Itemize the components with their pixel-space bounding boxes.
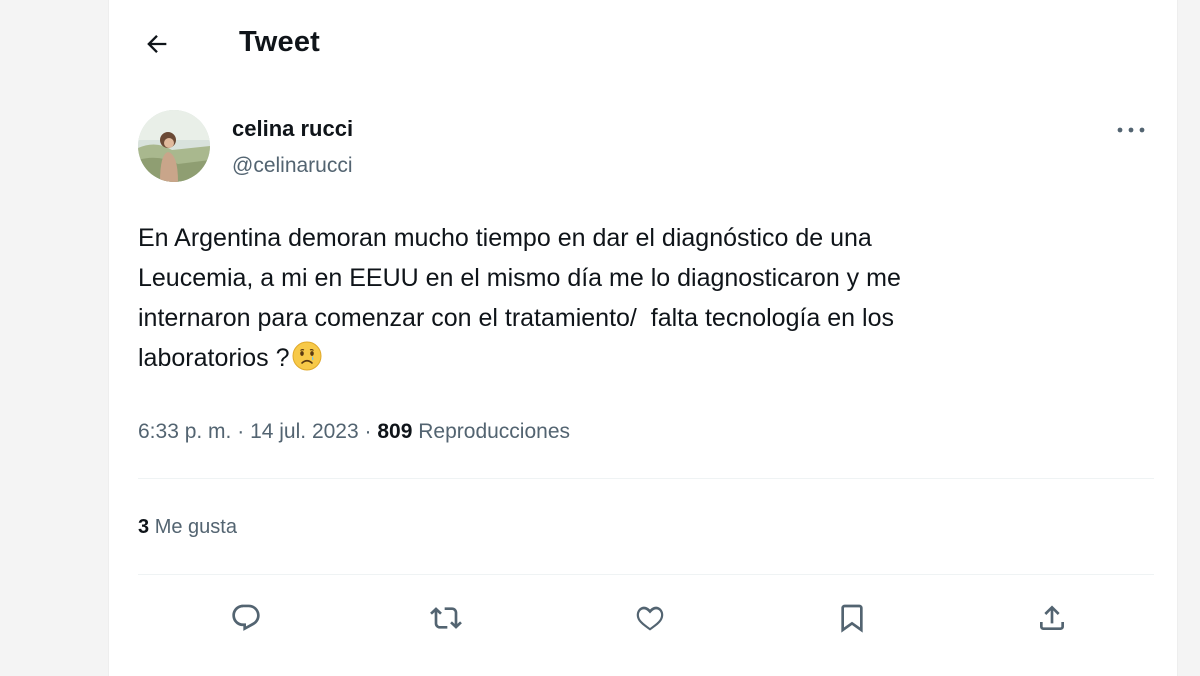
- avatar[interactable]: [138, 110, 210, 182]
- tweet-text: En Argentina demoran mucho tiempo en dar…: [138, 218, 1098, 378]
- tweet-time[interactable]: 6:33 p. m.: [138, 420, 231, 443]
- page-title: Tweet: [239, 26, 321, 58]
- action-bar: [138, 586, 1154, 650]
- author-display-name[interactable]: celina rucci: [232, 116, 353, 142]
- more-horizontal-icon: [1117, 127, 1145, 133]
- share-button[interactable]: [1028, 594, 1076, 642]
- share-icon: [1040, 605, 1064, 630]
- likes-stat[interactable]: 3 Me gusta: [138, 516, 237, 539]
- arrow-left-icon: [147, 35, 167, 53]
- meta-separator: ·: [364, 420, 372, 443]
- divider: [138, 574, 1154, 575]
- like-button[interactable]: [626, 594, 674, 642]
- tweet-date[interactable]: 14 jul. 2023: [250, 420, 359, 443]
- author-handle[interactable]: @celinarucci: [232, 154, 353, 178]
- bookmark-button[interactable]: [828, 594, 876, 642]
- heart-icon: [636, 606, 664, 631]
- profile-photo: [138, 110, 210, 182]
- page: Tweet celina rucci @celinarucci En Argen…: [0, 0, 1200, 676]
- views-label: Reproducciones: [418, 420, 571, 443]
- tweet-text-body: En Argentina demoran mucho tiempo en dar…: [138, 224, 901, 372]
- header: Tweet: [109, 0, 1177, 90]
- bookmark-icon: [841, 604, 863, 633]
- tweet-meta: 6:33 p. m. · 14 jul. 2023 · 809 Reproduc…: [138, 420, 570, 444]
- tweet-column: Tweet celina rucci @celinarucci En Argen…: [108, 0, 1178, 676]
- retweet-button[interactable]: [422, 594, 470, 642]
- reply-button[interactable]: [222, 594, 270, 642]
- retweet-icon: [430, 607, 462, 629]
- divider: [138, 478, 1154, 479]
- views-count: 809: [377, 420, 413, 443]
- meta-separator: ·: [237, 420, 245, 443]
- reply-icon: [232, 604, 260, 631]
- likes-label: Me gusta: [154, 516, 237, 538]
- likes-count: 3: [138, 516, 150, 538]
- back-button[interactable]: [135, 22, 179, 66]
- more-options-button[interactable]: [1109, 112, 1153, 148]
- sad-face-emoji: [292, 341, 322, 371]
